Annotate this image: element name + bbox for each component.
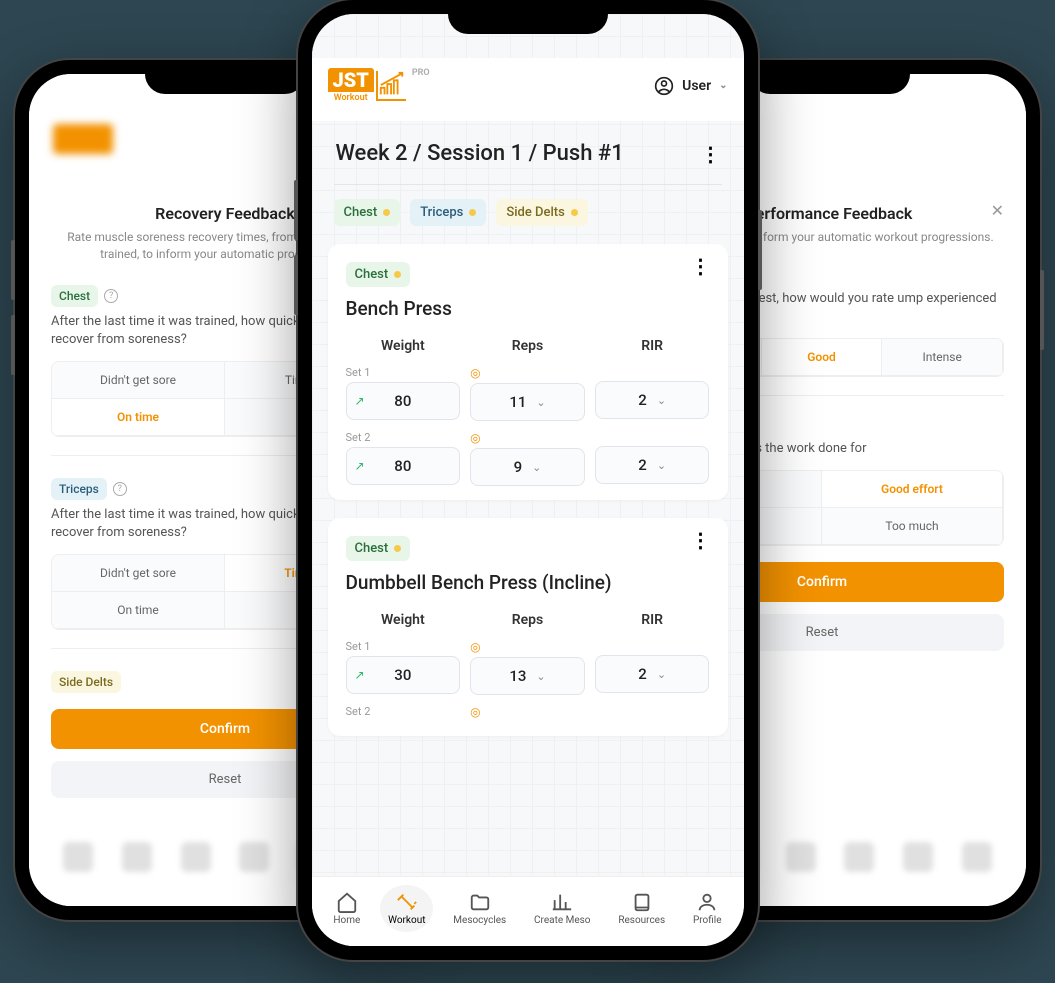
profile-icon (696, 891, 718, 913)
logo-badge: PRO (412, 68, 430, 78)
chevron-down-icon: ⌄ (657, 394, 666, 407)
option-didnt-get-sore[interactable]: Didn't get sore (52, 362, 225, 399)
session-title: Week 2 / Session 1 / Push #1 (336, 141, 624, 166)
col-weight: Weight (346, 612, 461, 628)
trend-up-icon: ↗ (355, 668, 365, 682)
chip-chest[interactable]: Chest (334, 199, 401, 226)
exercise-muscle-chip: Chest (346, 262, 411, 287)
weight-input[interactable]: ↗80 (346, 447, 461, 485)
target-icon: ◎ (470, 366, 585, 380)
phone-frame-center: JST Workout PRO User ⌄ Week 2 / Session … (298, 0, 758, 960)
muscle-chip-chest: Chest (51, 285, 98, 307)
exercise-muscle-chip: Chest (346, 536, 411, 561)
bar-chart-icon (551, 891, 573, 913)
user-menu[interactable]: User ⌄ (654, 76, 727, 96)
nav-resources[interactable]: Resources (610, 885, 673, 932)
exercise-name: Dumbbell Bench Press (Incline) (346, 571, 710, 594)
set-label: Set 1 (346, 640, 461, 653)
chip-side-delts[interactable]: Side Delts (496, 199, 588, 226)
user-icon (654, 76, 674, 96)
chevron-down-icon: ⌄ (657, 668, 666, 681)
weight-input[interactable]: ↗30 (346, 656, 461, 694)
divider (334, 184, 722, 185)
user-label: User (682, 78, 711, 94)
set-label: Set 2 (346, 705, 461, 718)
option-on-time[interactable]: On time (52, 399, 225, 436)
help-icon[interactable]: ? (104, 289, 118, 303)
col-rir: RIR (595, 612, 710, 628)
home-icon (336, 891, 358, 913)
target-icon: ◎ (470, 431, 585, 445)
trend-up-icon: ↗ (355, 394, 365, 408)
nav-create-meso[interactable]: Create Meso (526, 885, 599, 932)
col-reps: Reps (470, 338, 585, 354)
logo-text: JST (328, 68, 374, 90)
muscle-chip-row: Chest Triceps Side Delts (312, 199, 744, 244)
exercise-menu-button[interactable]: ⋮ (691, 262, 710, 270)
weight-input[interactable]: ↗80 (346, 382, 461, 420)
session-menu-button[interactable]: ⋮ (701, 150, 720, 158)
muscle-chip-side-delts: Side Delts (51, 671, 121, 693)
muscle-chip-triceps: Triceps (51, 478, 107, 500)
col-rir: RIR (595, 338, 710, 354)
nav-workout[interactable]: Workout (380, 885, 433, 932)
option-didnt-get-sore[interactable]: Didn't get sore (52, 555, 225, 592)
chevron-down-icon: ⌄ (532, 461, 541, 474)
set-label: Set 1 (346, 366, 461, 379)
chevron-down-icon: ⌄ (536, 396, 545, 409)
nav-profile[interactable]: Profile (685, 885, 730, 932)
rir-select[interactable]: 2⌄ (595, 655, 710, 693)
app-logo[interactable]: JST Workout PRO (328, 68, 430, 103)
chevron-down-icon: ⌄ (719, 80, 727, 91)
option-on-time[interactable]: On time (52, 592, 225, 629)
option-too-much[interactable]: Too much (822, 508, 1003, 545)
chevron-down-icon: ⌄ (536, 670, 545, 683)
exercise-name: Bench Press (346, 297, 710, 320)
set-label: Set 2 (346, 431, 461, 444)
option-intense[interactable]: Intense (882, 339, 1003, 376)
option-good[interactable]: Good (762, 339, 883, 376)
help-icon[interactable]: ? (113, 482, 127, 496)
chevron-down-icon: ⌄ (657, 459, 666, 472)
target-icon: ◎ (470, 705, 585, 719)
trend-up-icon: ↗ (355, 459, 365, 473)
reps-select[interactable]: 9⌄ (470, 448, 585, 486)
logo-chart-icon (376, 71, 406, 101)
option-good-effort[interactable]: Good effort (822, 471, 1003, 508)
dumbbell-icon (396, 891, 418, 913)
nav-mesocycles[interactable]: Mesocycles (445, 885, 514, 932)
nav-home[interactable]: Home (325, 885, 368, 932)
app-header: JST Workout PRO User ⌄ (312, 58, 744, 121)
book-icon (631, 891, 653, 913)
folder-icon (469, 891, 491, 913)
rir-select[interactable]: 2⌄ (595, 446, 710, 484)
exercise-menu-button[interactable]: ⋮ (691, 536, 710, 544)
reps-select[interactable]: 13⌄ (470, 657, 585, 695)
col-weight: Weight (346, 338, 461, 354)
col-reps: Reps (470, 612, 585, 628)
workout-session-screen: JST Workout PRO User ⌄ Week 2 / Session … (312, 14, 744, 946)
target-icon: ◎ (470, 640, 585, 654)
bottom-nav: Home Workout Mesocycles Create Meso Reso… (312, 876, 744, 946)
exercise-card: Chest ⋮ Dumbbell Bench Press (Incline) W… (328, 518, 728, 736)
reps-select[interactable]: 11⌄ (470, 383, 585, 421)
rir-select[interactable]: 2⌄ (595, 381, 710, 419)
exercise-card: Chest ⋮ Bench Press Weight Reps RIR Set … (328, 244, 728, 500)
close-icon[interactable]: ✕ (991, 201, 1004, 220)
chip-triceps[interactable]: Triceps (410, 199, 486, 226)
